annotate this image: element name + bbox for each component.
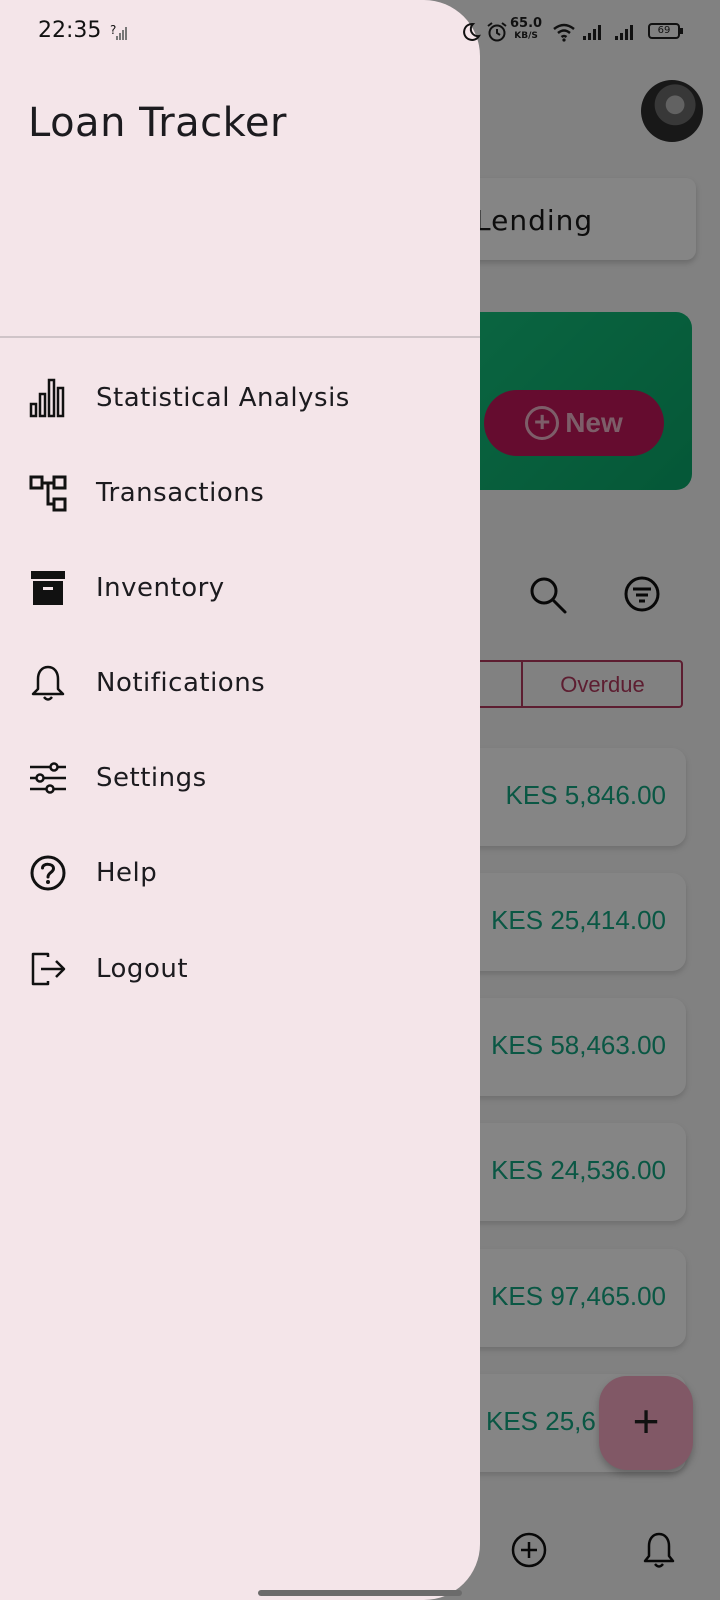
status-time: 22:35	[38, 18, 102, 43]
menu-label: Settings	[96, 763, 207, 793]
signal-strength-icon	[615, 25, 633, 40]
menu-item-inventory[interactable]: Inventory	[0, 548, 480, 628]
navigation-drawer: Loan Tracker Statistical Analysis Transa…	[0, 0, 480, 1600]
signal-strength-icon	[583, 25, 601, 40]
network-speed-unit: KB/S	[514, 31, 538, 41]
no-sim-signal-icon: ?	[110, 23, 127, 40]
network-speed: 65.0 KB/S	[510, 16, 543, 42]
bar-chart-icon	[29, 378, 65, 418]
logout-icon	[31, 952, 66, 986]
archive-icon	[31, 571, 65, 605]
menu-item-help[interactable]: Help	[0, 833, 480, 913]
wifi-icon	[553, 23, 575, 42]
menu-item-notifications[interactable]: Notifications	[0, 643, 480, 723]
sliders-icon	[30, 762, 66, 794]
menu-label: Statistical Analysis	[96, 383, 350, 413]
drawer-title: Loan Tracker	[28, 100, 287, 146]
menu-item-statistical-analysis[interactable]: Statistical Analysis	[0, 358, 480, 438]
svg-text:?: ?	[110, 23, 116, 37]
menu-label: Help	[96, 858, 158, 888]
network-speed-value: 65.0	[510, 16, 543, 31]
menu-label: Logout	[96, 954, 189, 984]
menu-label: Inventory	[96, 573, 225, 603]
menu-label: Transactions	[96, 478, 265, 508]
bell-icon	[31, 665, 65, 701]
gesture-navigation-bar[interactable]	[258, 1590, 462, 1596]
battery-indicator: 69	[648, 23, 683, 39]
menu-item-logout[interactable]: Logout	[0, 929, 480, 1009]
menu-label: Notifications	[96, 668, 266, 698]
do-not-disturb-moon-icon	[463, 22, 481, 41]
menu-item-transactions[interactable]: Transactions	[0, 453, 480, 533]
help-icon	[30, 855, 66, 891]
transactions-icon	[29, 475, 67, 512]
alarm-icon	[487, 22, 507, 42]
menu-item-settings[interactable]: Settings	[0, 738, 480, 818]
drawer-divider	[0, 336, 480, 338]
